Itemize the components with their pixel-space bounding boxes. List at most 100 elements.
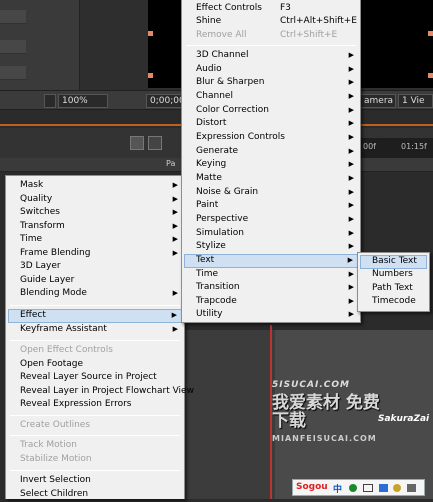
menu-item-label: Time — [196, 269, 219, 279]
menu-item-label: Track Motion — [20, 440, 77, 450]
layer-menu-item-transform[interactable]: Transform ▶ — [8, 220, 182, 234]
menu-item-label: Invert Selection — [20, 475, 91, 485]
keyboard-icon[interactable] — [363, 484, 373, 492]
menu-item-label: Perspective — [196, 214, 249, 224]
layer-menu-item-select-children[interactable]: Select Children — [8, 488, 182, 502]
menu-item-label: 3D Layer — [20, 261, 61, 271]
layer-menu-item-time[interactable]: Time ▶ — [8, 233, 182, 247]
effect-menu-item-utility[interactable]: Utility ▶ — [184, 308, 358, 322]
effect-menu-item-transition[interactable]: Transition ▶ — [184, 281, 358, 295]
layer-menu-item-keyframe-assistant[interactable]: Keyframe Assistant ▶ — [8, 323, 182, 337]
zoom-dropdown[interactable]: 100% — [58, 94, 108, 108]
effect-menu-item-shine[interactable]: Shine Ctrl+Alt+Shift+E — [184, 15, 358, 29]
layer-menu-item-open-footage[interactable]: Open Footage — [8, 358, 182, 372]
layer-menu-item-create-outlines: Create Outlines — [8, 419, 182, 433]
text-menu-item-timecode[interactable]: Timecode — [360, 295, 427, 309]
text-menu-item-basic-text[interactable]: Basic Text — [360, 255, 427, 269]
menu-item-label: Basic Text — [372, 256, 417, 266]
effect-menu-item-blur-and-sharpen[interactable]: Blur & Sharpen ▶ — [184, 76, 358, 90]
effect-menu-item-time[interactable]: Time ▶ — [184, 268, 358, 282]
effect-menu-item-perspective[interactable]: Perspective ▶ — [184, 213, 358, 227]
effect-menu-item-paint[interactable]: Paint ▶ — [184, 199, 358, 213]
menu-item-label: Transition — [196, 282, 240, 292]
menu-item-label: Channel — [196, 91, 233, 101]
comp-flowchart-icon[interactable] — [130, 136, 144, 150]
layer-menu-item-mask[interactable]: Mask ▶ — [8, 179, 182, 193]
effect-menu-item-simulation[interactable]: Simulation ▶ — [184, 227, 358, 241]
effect-menu-item-channel[interactable]: Channel ▶ — [184, 90, 358, 104]
layer-menu-item-effect[interactable]: Effect ▶ — [8, 309, 182, 323]
effect-menu-item-expression-controls[interactable]: Expression Controls ▶ — [184, 131, 358, 145]
effect-menu-item-distort[interactable]: Distort ▶ — [184, 117, 358, 131]
effect-menu-item-color-correction[interactable]: Color Correction ▶ — [184, 104, 358, 118]
draft-3d-icon[interactable] — [148, 136, 162, 150]
layer-menu-item-reveal-expression-errors[interactable]: Reveal Expression Errors — [8, 398, 182, 412]
tools-icon[interactable] — [407, 484, 416, 492]
layer-menu-item-reveal-layer-source-in-project[interactable]: Reveal Layer Source in Project — [8, 371, 182, 385]
effect-menu-item-3d-channel[interactable]: 3D Channel ▶ — [184, 49, 358, 63]
text-menu-item-numbers[interactable]: Numbers — [360, 268, 427, 282]
layer-menu-item-reveal-layer-in-project-flowchart-view[interactable]: Reveal Layer in Project Flowchart View — [8, 385, 194, 399]
menu-item-label: Distort — [196, 118, 227, 128]
menu-item-label: Reveal Layer in Project Flowchart View — [20, 386, 194, 396]
effect-menu-item-audio[interactable]: Audio ▶ — [184, 63, 358, 77]
timecode-display[interactable]: 0;00;00 — [146, 94, 186, 108]
menu-item-label: Effect Controls — [196, 3, 262, 13]
effect-menu-item-trapcode[interactable]: Trapcode ▶ — [184, 295, 358, 309]
submenu-arrow-icon: ▶ — [348, 188, 354, 196]
punctuation-icon[interactable] — [349, 484, 357, 492]
layer-menu-item-quality[interactable]: Quality ▶ — [8, 193, 182, 207]
menu-item-label: Simulation — [196, 228, 244, 238]
menu-item-shortcut: Ctrl+Shift+E — [280, 30, 338, 40]
effect-menu-item-matte[interactable]: Matte ▶ — [184, 172, 358, 186]
layer-menu-item-switches[interactable]: Switches ▶ — [8, 206, 182, 220]
submenu-arrow-icon: ▶ — [348, 65, 354, 73]
submenu-arrow-icon: ▶ — [348, 283, 354, 291]
bounding-handle-icon[interactable] — [428, 31, 433, 36]
menu-item-label: Effect — [20, 310, 46, 320]
layer-menu-item-frame-blending[interactable]: Frame Blending ▶ — [8, 247, 182, 261]
bounding-handle-icon[interactable] — [148, 73, 153, 78]
menu-item-label: Timecode — [372, 296, 416, 306]
project-row[interactable] — [0, 40, 26, 54]
project-row[interactable] — [0, 66, 26, 80]
effect-menu-item-keying[interactable]: Keying ▶ — [184, 158, 358, 172]
ime-mode[interactable]: 中 — [333, 482, 342, 495]
effect-menu-item-noise-and-grain[interactable]: Noise & Grain ▶ — [184, 186, 358, 200]
effect-menu-item-effect-controls[interactable]: Effect Controls F3 — [184, 2, 358, 16]
menu-item-label: Reveal Expression Errors — [20, 399, 132, 409]
text-submenu: Basic Text Numbers Path Text Timecode — [357, 252, 430, 312]
views-dropdown[interactable]: 1 Vie — [398, 94, 433, 108]
ruler-label: 00f — [363, 142, 376, 151]
parent-column-label: Pa — [166, 159, 176, 168]
submenu-arrow-icon: ▶ — [348, 270, 354, 278]
effect-menu-item-text[interactable]: Text ▶ — [184, 254, 358, 268]
submenu-arrow-icon: ▶ — [172, 325, 178, 333]
submenu-arrow-icon: ▶ — [172, 181, 178, 189]
menu-item-label: 3D Channel — [196, 50, 249, 60]
layer-menu-item-3d-layer[interactable]: 3D Layer — [8, 260, 182, 274]
submenu-arrow-icon: ▶ — [348, 106, 354, 114]
menu-item-label: Transform — [20, 221, 65, 231]
layer-menu-item-invert-selection[interactable]: Invert Selection — [8, 474, 182, 488]
time-ruler[interactable]: 00f 01:15f — [355, 138, 433, 160]
bounding-handle-icon[interactable] — [428, 73, 433, 78]
effect-menu-item-remove-all: Remove All Ctrl+Shift+E — [184, 29, 358, 43]
layer-menu-item-blending-mode[interactable]: Blending Mode ▶ — [8, 287, 182, 301]
effect-menu-item-stylize[interactable]: Stylize ▶ — [184, 240, 358, 254]
submenu-arrow-icon: ▶ — [348, 147, 354, 155]
layer-menu-item-guide-layer[interactable]: Guide Layer — [8, 274, 182, 288]
ime-toolbar[interactable]: Sogou 中 — [292, 479, 425, 496]
menu-item-label: Mask — [20, 180, 44, 190]
menu-item-label: Generate — [196, 146, 239, 156]
bounding-handle-icon[interactable] — [148, 31, 153, 36]
skin-icon[interactable] — [379, 484, 388, 492]
effect-menu-item-generate[interactable]: Generate ▶ — [184, 145, 358, 159]
user-icon[interactable] — [393, 484, 401, 492]
submenu-arrow-icon: ▶ — [348, 133, 354, 141]
camera-dropdown[interactable]: amera — [360, 94, 396, 108]
menu-item-label: Blur & Sharpen — [196, 77, 265, 87]
grid-icon[interactable] — [44, 94, 56, 108]
project-row[interactable] — [0, 10, 26, 24]
text-menu-item-path-text[interactable]: Path Text — [360, 282, 427, 296]
